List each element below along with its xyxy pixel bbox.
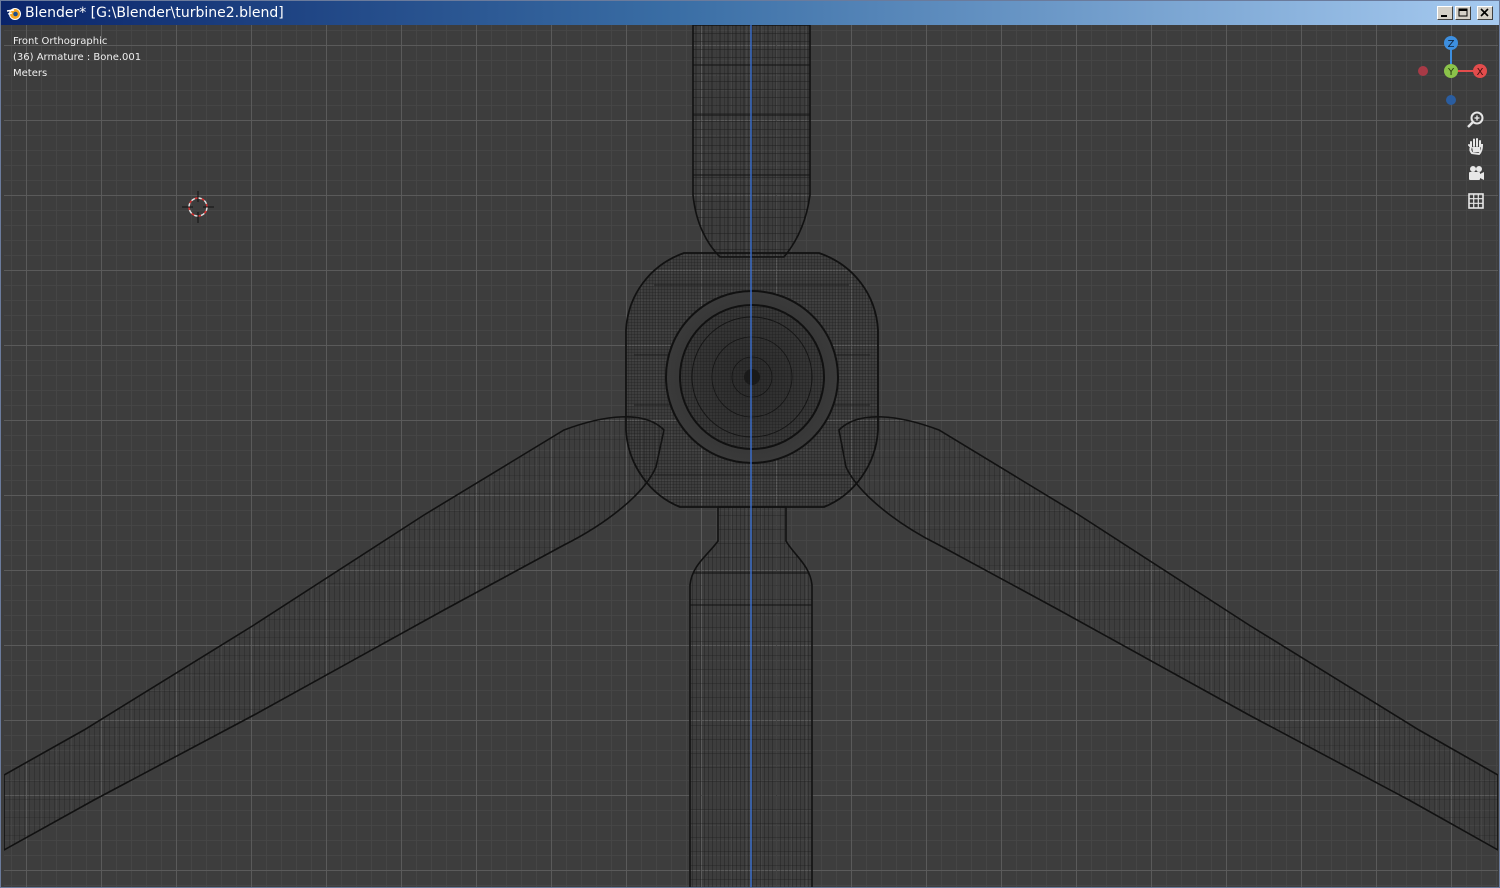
units-label: Meters (13, 68, 48, 79)
camera-icon[interactable] (1465, 163, 1487, 185)
blade-left (4, 416, 665, 851)
viewport-info-overlay: Front Orthographic (36) Armature : Bone.… (13, 34, 141, 82)
y-axis-handle[interactable]: Y (1444, 64, 1458, 78)
blender-window: Blender* [G:\Blender\turbine2.blend] Fro… (0, 0, 1500, 888)
window-title: Blender* [G:\Blender\turbine2.blend] (25, 5, 284, 21)
nacelle-hub (625, 252, 879, 508)
svg-text:X: X (1477, 67, 1484, 78)
ortho-grid-icon[interactable] (1465, 190, 1487, 212)
axis-gizmo[interactable]: Z Y X (1409, 31, 1494, 109)
neg-z-axis-dot[interactable] (1446, 95, 1456, 105)
svg-text:Z: Z (1448, 39, 1455, 50)
view-name-label: Front Orthographic (13, 36, 108, 47)
maximize-icon (1458, 8, 1468, 17)
blade-right (838, 416, 1498, 851)
title-bar[interactable]: Blender* [G:\Blender\turbine2.blend] (1, 1, 1499, 25)
minimize-button[interactable] (1437, 6, 1453, 20)
minimize-icon (1441, 15, 1447, 17)
blender-logo-icon (6, 8, 21, 20)
turbine-wireframe-scene (4, 25, 1498, 887)
active-object-label: (36) Armature : Bone.001 (13, 52, 142, 63)
zoom-icon[interactable] (1465, 109, 1487, 131)
close-button[interactable] (1477, 6, 1493, 20)
pan-hand-icon[interactable] (1465, 136, 1487, 158)
close-icon (1480, 8, 1489, 17)
neg-x-axis-dot[interactable] (1418, 66, 1428, 76)
z-axis-handle[interactable]: Z (1444, 36, 1458, 50)
x-axis-handle[interactable]: X (1473, 64, 1487, 78)
svg-text:Y: Y (1447, 67, 1455, 78)
maximize-button[interactable] (1455, 6, 1471, 20)
3d-cursor[interactable] (182, 191, 214, 223)
3d-viewport[interactable]: Front Orthographic (36) Armature : Bone.… (4, 25, 1498, 887)
